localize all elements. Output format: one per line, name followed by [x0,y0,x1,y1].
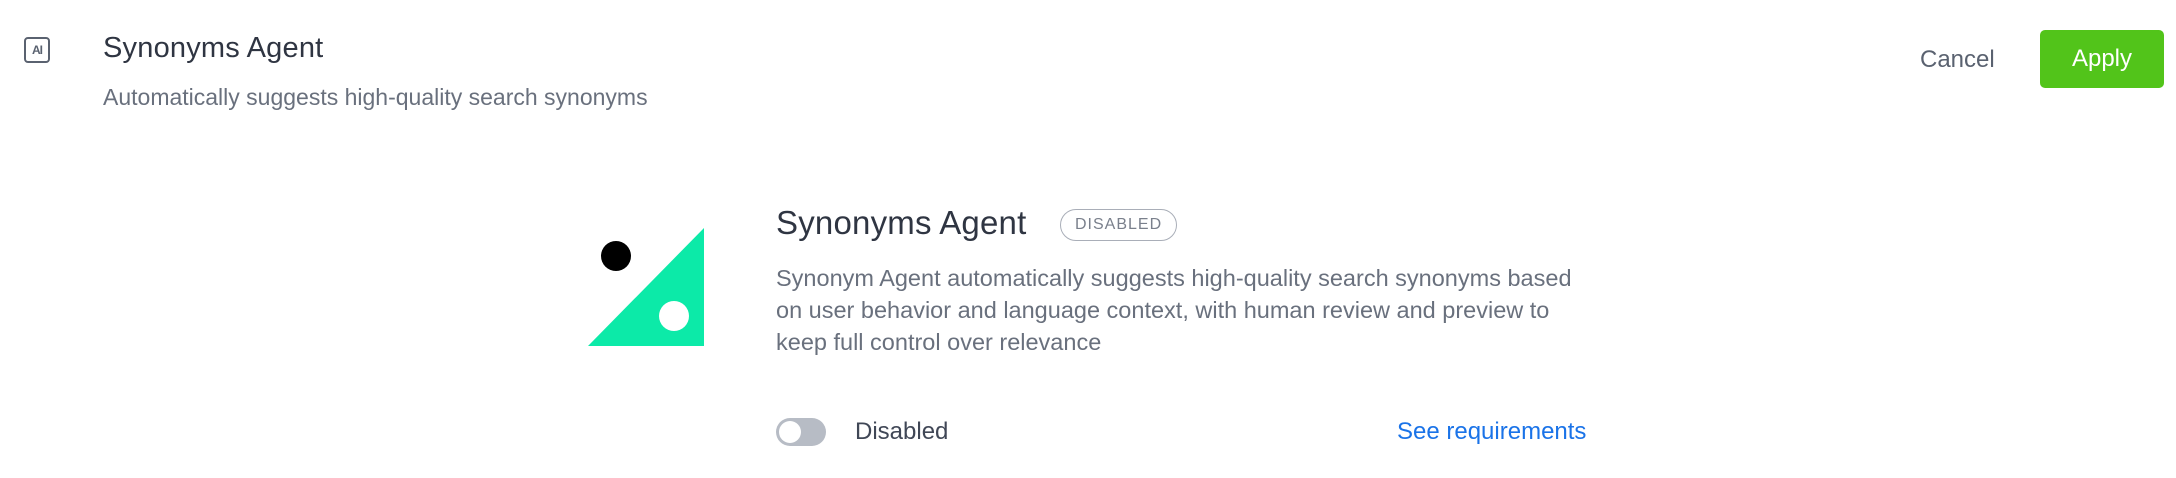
logo-white-dot [659,301,689,331]
see-requirements-link[interactable]: See requirements [1397,418,1586,446]
synonyms-agent-logo [588,228,704,346]
agent-settings-page: AI Synonyms Agent Automatically suggests… [0,0,2176,478]
agent-description: Synonym Agent automatically suggests hig… [776,265,1572,355]
status-badge-label: DISABLED [1075,216,1163,233]
logo-black-dot [601,241,631,271]
apply-button[interactable]: Apply [2040,30,2164,88]
ai-agent-icon-text: AI [32,43,43,57]
status-badge: DISABLED [1060,209,1178,241]
agent-title: Synonyms Agent [776,204,1027,241]
page-title: Synonyms Agent [103,32,324,64]
cancel-button[interactable]: Cancel [1900,40,2015,80]
agent-enable-toggle[interactable] [776,418,826,446]
toggle-knob [779,421,801,443]
ai-agent-icon: AI [24,37,50,63]
toggle-label: Disabled [855,418,949,445]
page-subtitle: Automatically suggests high-quality sear… [103,84,648,110]
